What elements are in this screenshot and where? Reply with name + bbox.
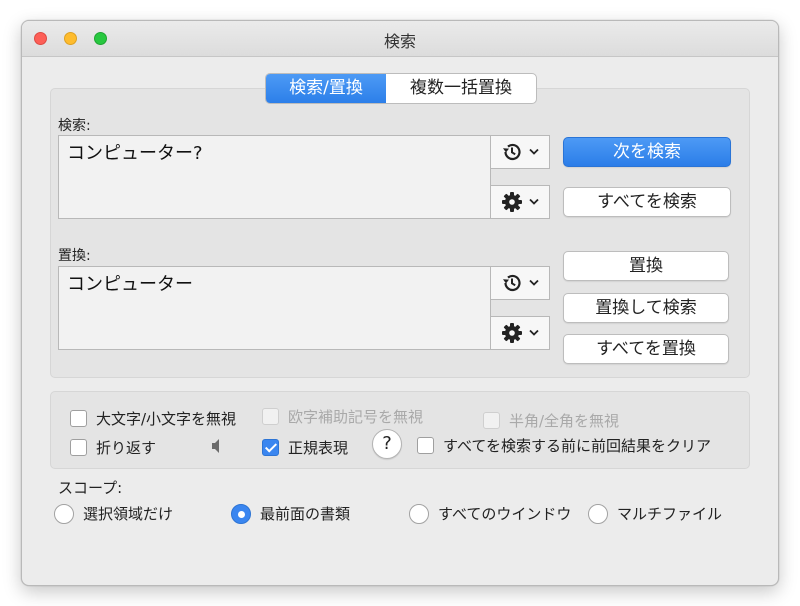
replace-and-find-button[interactable]: 置換して検索 [563,293,729,323]
chevron-down-icon [529,279,539,286]
tab-find-replace[interactable]: 検索/置換 [266,74,386,103]
scope-multi-file-label: マルチファイル [617,505,723,523]
help-button[interactable]: ? [372,429,402,459]
scope-front-document[interactable]: 最前面の書類 [231,503,350,524]
case-insensitive-option[interactable]: 大文字/小文字を無視 [70,408,236,429]
scope-front-document-label: 最前面の書類 [260,505,351,523]
title-bar: 検索 [22,21,778,57]
wrap-checkbox[interactable] [70,439,87,456]
ignore-diacritics-checkbox [262,408,279,425]
speaker-icon [212,439,219,453]
gear-icon [502,323,522,343]
wrap-label: 折り返す [96,439,157,457]
clear-before-find-all-label: すべてを検索する前に前回結果をクリア [443,437,712,455]
regex-option[interactable]: 正規表現 [262,437,348,458]
chevron-down-icon [529,148,539,155]
scope-selection-only-radio[interactable] [54,503,74,524]
scope-all-windows-label: すべてのウインドウ [438,505,572,523]
search-label: 検索: [58,118,91,134]
chevron-down-icon [529,198,539,205]
gear-icon [502,192,522,212]
case-insensitive-label: 大文字/小文字を無視 [96,410,237,428]
search-options-button[interactable] [490,185,550,219]
ignore-width-label: 半角/全角を無視 [509,412,620,430]
history-icon [503,143,521,161]
replace-field[interactable]: コンピューター [58,266,491,350]
scope-label: スコープ: [58,479,123,497]
tab-multi-replace[interactable]: 複数一括置換 [386,74,536,103]
scope-front-document-radio[interactable] [231,503,251,524]
clear-before-find-all-checkbox[interactable] [417,437,434,454]
chevron-down-icon [529,329,539,336]
clear-before-find-all-option[interactable]: すべてを検索する前に前回結果をクリア [417,435,711,456]
scope-all-windows-radio[interactable] [409,503,429,524]
replace-label: 置換: [58,248,91,264]
ignore-width-checkbox [483,412,500,429]
search-field[interactable]: コンピューター? [58,135,491,219]
find-next-button[interactable]: 次を検索 [563,137,731,167]
replace-history-button[interactable] [490,266,550,300]
search-history-button[interactable] [490,135,550,169]
scope-selection-only[interactable]: 選択領域だけ [54,503,173,524]
find-window: 検索 検索/置換 複数一括置換 検索: コンピューター? 次を検索 すべてを検索… [21,20,779,586]
regex-checkbox[interactable] [262,439,279,456]
history-icon [503,274,521,292]
scope-multi-file[interactable]: マルチファイル [588,503,722,524]
window-title: 検索 [383,32,416,51]
scope-multi-file-radio[interactable] [588,503,608,524]
replace-all-button[interactable]: すべてを置換 [563,334,729,364]
scope-all-windows[interactable]: すべてのウインドウ [409,503,571,524]
mode-tabs: 検索/置換 複数一括置換 [265,73,537,104]
scope-selection-only-label: 選択領域だけ [83,505,174,523]
replace-button[interactable]: 置換 [563,251,729,281]
regex-label: 正規表現 [288,439,349,457]
ignore-diacritics-option: 欧字補助記号を無視 [262,406,423,427]
ignore-diacritics-label: 欧字補助記号を無視 [288,408,424,426]
ignore-width-option: 半角/全角を無視 [483,410,619,431]
case-insensitive-checkbox[interactable] [70,410,87,427]
replace-options-button[interactable] [490,316,550,350]
find-all-button[interactable]: すべてを検索 [563,187,731,217]
wrap-option[interactable]: 折り返す [70,437,156,458]
